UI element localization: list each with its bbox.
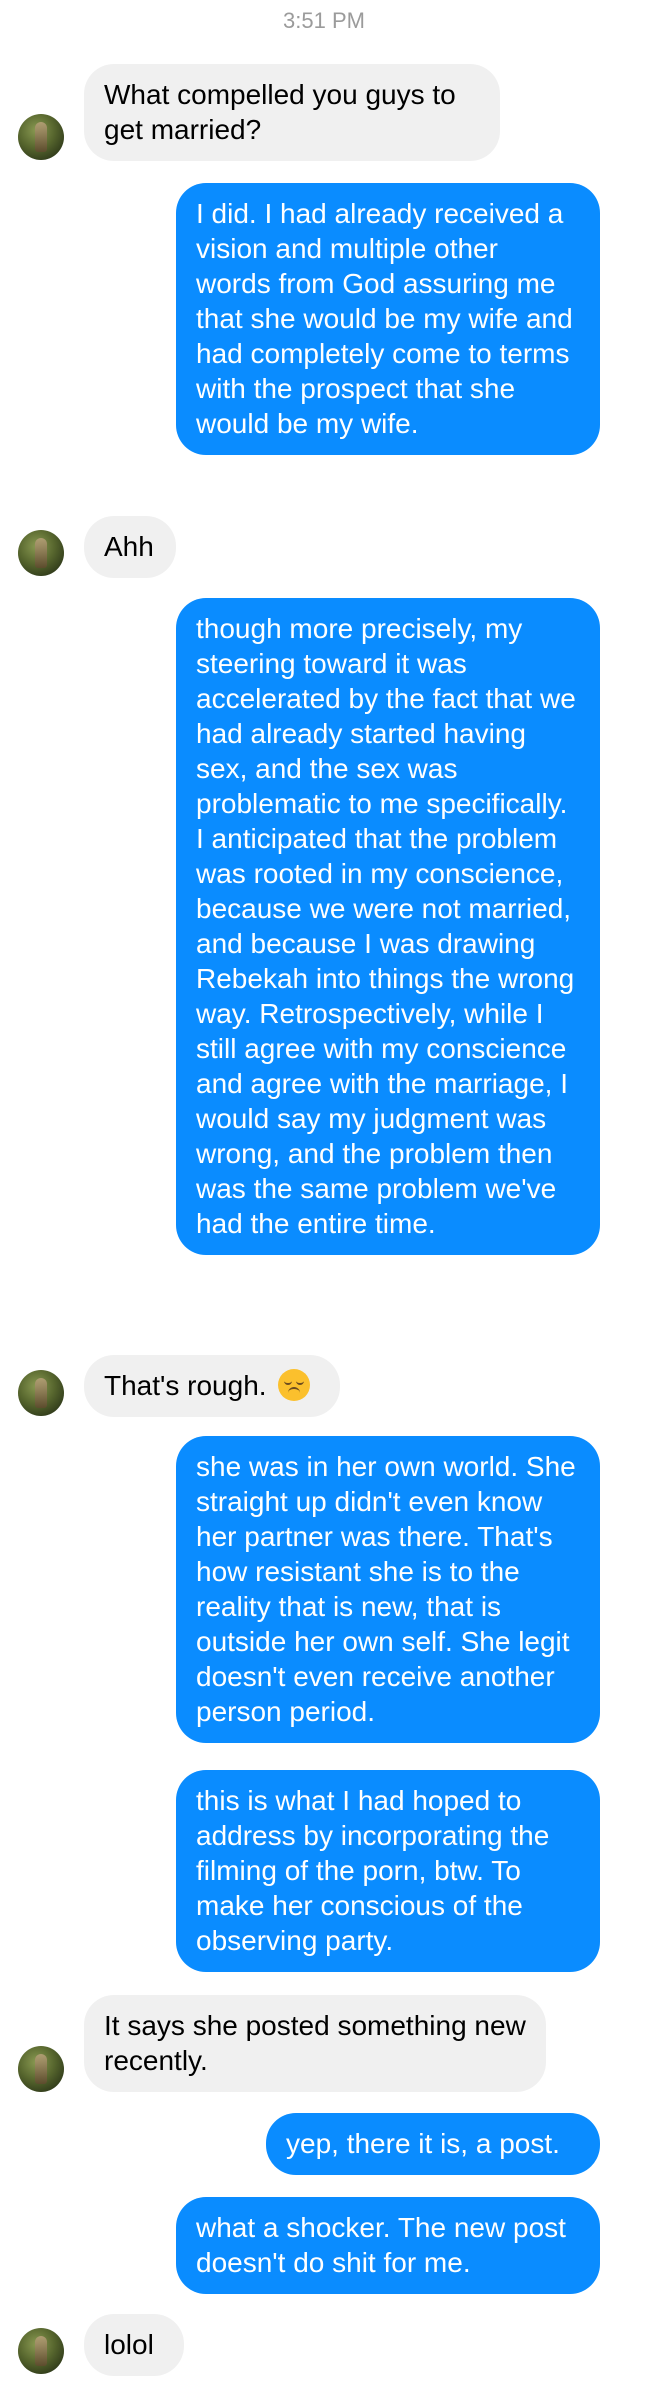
- contact-avatar[interactable]: [18, 114, 64, 160]
- message-text: That's rough.: [104, 1370, 267, 1401]
- incoming-message[interactable]: What compelled you guys to get married?: [84, 64, 500, 161]
- outgoing-message[interactable]: she was in her own world. She straight u…: [176, 1436, 600, 1743]
- contact-avatar[interactable]: [18, 530, 64, 576]
- incoming-message[interactable]: Ahh: [84, 516, 176, 578]
- outgoing-message[interactable]: yep, there it is, a post.: [266, 2113, 600, 2175]
- incoming-message[interactable]: It says she posted something new recentl…: [84, 1995, 546, 2092]
- contact-avatar[interactable]: [18, 2046, 64, 2092]
- incoming-message[interactable]: lolol: [84, 2314, 184, 2376]
- contact-avatar[interactable]: [18, 2328, 64, 2374]
- avatar-photo: [35, 538, 47, 568]
- avatar-photo: [35, 122, 47, 152]
- disappointed-face-icon: [278, 1369, 311, 1401]
- message-timestamp: 3:51 PM: [283, 8, 365, 33]
- outgoing-message[interactable]: I did. I had already received a vision a…: [176, 183, 600, 455]
- incoming-message[interactable]: That's rough.: [84, 1355, 340, 1417]
- outgoing-message[interactable]: though more precisely, my steering towar…: [176, 598, 600, 1255]
- outgoing-message[interactable]: what a shocker. The new post doesn't do …: [176, 2197, 600, 2294]
- avatar-photo: [35, 2054, 47, 2084]
- avatar-photo: [35, 1378, 47, 1408]
- outgoing-message[interactable]: this is what I had hoped to address by i…: [176, 1770, 600, 1972]
- contact-avatar[interactable]: [18, 1370, 64, 1416]
- avatar-photo: [35, 2336, 47, 2366]
